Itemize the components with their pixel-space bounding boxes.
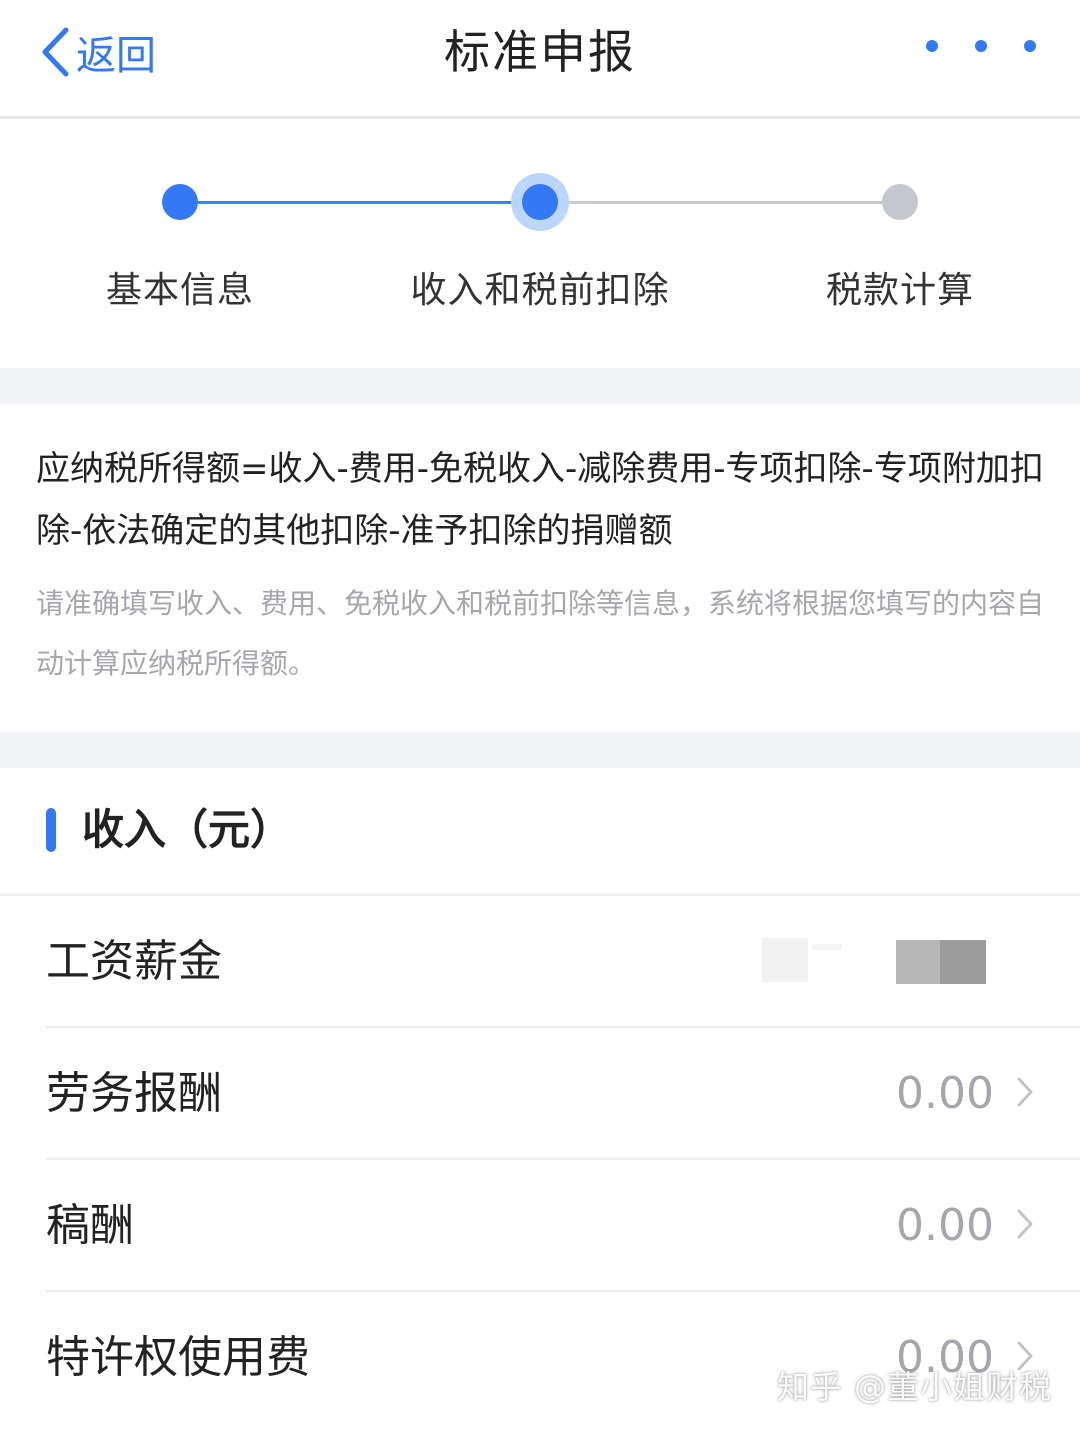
income-section: 收入（元） 工资薪金 劳务报酬 0.00 稿酬 0.00 特许权使用费 0.00 <box>0 768 1080 1434</box>
income-row-author-remuneration[interactable]: 稿酬 0.00 <box>0 1160 1080 1292</box>
income-section-title: 收入（元） <box>82 805 293 854</box>
step-label-tax-calculation: 税款计算 <box>825 270 974 311</box>
step-dot-tax-calculation <box>882 184 918 220</box>
redacted-value-blur <box>812 944 842 950</box>
income-row-labor-remuneration[interactable]: 劳务报酬 0.00 <box>0 1028 1080 1160</box>
step-connector-pending <box>540 201 900 204</box>
step-connector-completed <box>180 201 540 204</box>
formula-info-block: 应纳税所得额=收入-费用-免税收入-减除费用-专项扣除-专项附加扣除-依法确定的… <box>0 404 1080 732</box>
instruction-hint: 请准确填写收入、费用、免税收入和税前扣除等信息，系统将根据您填写的内容自动计算应… <box>36 587 1045 680</box>
step-dot-basic-info <box>162 184 198 220</box>
more-dots-icon <box>1024 40 1036 52</box>
step-label-basic-info: 基本信息 <box>105 270 254 311</box>
more-dots-icon <box>926 40 938 52</box>
step-label-income-deductions: 收入和税前扣除 <box>410 270 670 311</box>
income-row-label: 工资薪金 <box>46 936 222 987</box>
more-dots-icon <box>975 40 987 52</box>
income-row-value: 0.00 <box>896 1200 994 1251</box>
redacted-value-blur <box>896 940 942 984</box>
income-row-salary[interactable]: 工资薪金 <box>0 896 1080 1028</box>
income-row-label: 劳务报酬 <box>46 1068 222 1119</box>
chevron-right-icon <box>1016 1208 1034 1244</box>
page: 返回 标准申报 基本信息 收入和税前扣除 税款计算 应纳税所得额=收入-费用-免… <box>0 0 1080 1434</box>
income-row-label: 稿酬 <box>46 1200 134 1251</box>
page-title: 标准申报 <box>444 25 636 79</box>
progress-stepper: 基本信息 收入和税前扣除 税款计算 <box>0 119 1080 368</box>
navigation-bar: 返回 标准申报 <box>0 0 1080 119</box>
income-section-header: 收入（元） <box>0 768 1080 896</box>
watermark: 知乎 @董小姐财税 <box>776 1368 1052 1406</box>
section-accent-bar <box>46 808 56 852</box>
step-dot-income-deductions <box>522 184 558 220</box>
income-row-label: 特许权使用费 <box>46 1332 310 1383</box>
income-row-value: 0.00 <box>896 1068 994 1119</box>
redacted-value-blur <box>762 938 808 982</box>
more-button[interactable] <box>926 36 1036 56</box>
section-gap <box>0 368 1080 404</box>
taxable-income-formula: 应纳税所得额=收入-费用-免税收入-减除费用-专项扣除-专项附加扣除-依法确定的… <box>36 449 1044 551</box>
redacted-value-blur <box>940 940 986 984</box>
chevron-right-icon <box>1016 1076 1034 1112</box>
section-gap <box>0 732 1080 768</box>
